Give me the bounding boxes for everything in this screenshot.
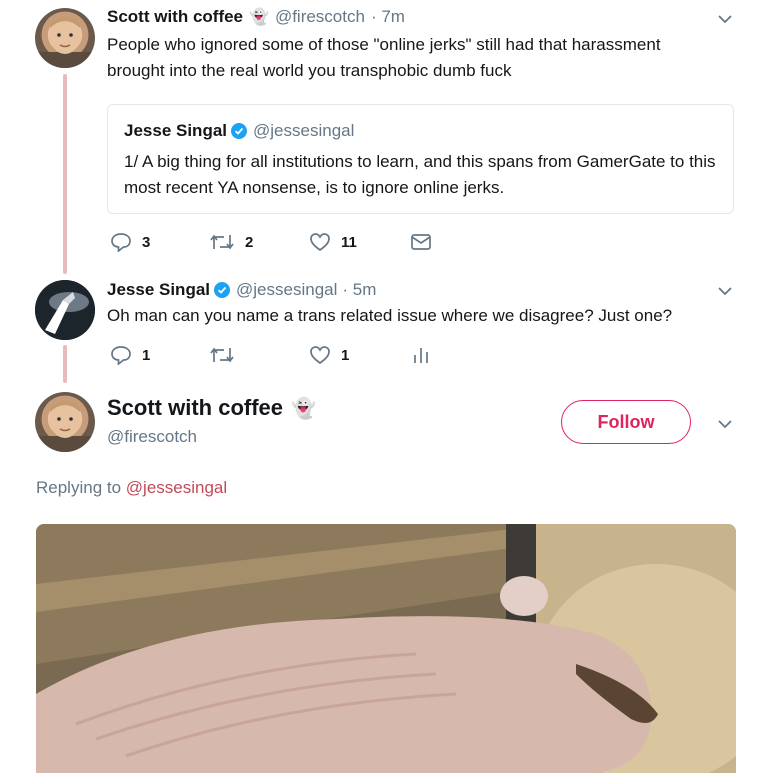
avatar-face (35, 401, 95, 452)
reply-icon (111, 346, 131, 365)
chevron-down-icon[interactable] (718, 284, 732, 298)
chevron-down-icon[interactable] (718, 12, 732, 26)
like-icon (310, 233, 330, 252)
retweet-icon (210, 234, 234, 250)
reply-button[interactable]: 1 (110, 345, 150, 365)
analytics-icon (414, 348, 428, 363)
follow-button[interactable]: Follow (561, 400, 691, 444)
reply-button[interactable]: 3 (110, 232, 150, 252)
verified-badge-icon (214, 282, 231, 298)
analytics-button[interactable] (412, 345, 430, 365)
tweet-time[interactable]: · 5m (342, 280, 376, 300)
author-name[interactable]: Jesse Singal (107, 280, 210, 300)
main-author-name[interactable]: Scott with coffee (107, 395, 283, 421)
ghost-emoji-icon: 👻 (291, 397, 316, 420)
ghost-emoji-icon: 👻 (249, 9, 269, 26)
retweet-icon (210, 347, 234, 363)
quoted-tweet[interactable]: Jesse Singal @jessesingal 1/ A big thing… (107, 104, 734, 214)
main-author-handle[interactable]: @firescotch (107, 427, 197, 447)
like-count: 11 (341, 233, 357, 251)
reply-count: 3 (142, 233, 151, 251)
avatar[interactable] (35, 280, 95, 340)
like-button[interactable]: 11 (309, 232, 357, 252)
reply-icon (111, 233, 131, 252)
tweet-media[interactable] (36, 524, 736, 773)
replying-to: Replying to @jessesingal (36, 478, 227, 498)
author-handle[interactable]: @jessesingal (236, 280, 337, 300)
avatar-face (35, 17, 95, 68)
dm-button[interactable] (410, 232, 432, 252)
author-name[interactable]: Scott with coffee (107, 7, 243, 27)
avatar-image (35, 280, 95, 340)
replying-to-prefix: Replying to (36, 478, 122, 497)
tweet-text: People who ignored some of those "online… (107, 35, 661, 80)
retweet-button[interactable]: 2 (209, 232, 253, 252)
tweet-text: Oh man can you name a trans related issu… (107, 306, 673, 325)
chevron-down-icon[interactable] (718, 417, 732, 431)
retweet-button[interactable] (209, 345, 245, 365)
quoted-author-name: Jesse Singal (124, 121, 228, 140)
thread-line (63, 74, 67, 274)
retweet-count: 2 (245, 233, 254, 251)
quoted-author-handle: @jessesingal (253, 121, 355, 140)
reply-count: 1 (142, 346, 151, 364)
like-count: 1 (341, 346, 350, 364)
quoted-text: 1/ A big thing for all institutions to l… (124, 152, 716, 197)
thread-line (63, 345, 67, 383)
author-handle[interactable]: @firescotch (275, 7, 365, 27)
dm-icon (411, 234, 431, 250)
like-button[interactable]: 1 (309, 345, 349, 365)
replying-to-link[interactable]: @jessesingal (126, 478, 227, 497)
avatar[interactable] (35, 392, 95, 452)
pig-photo (36, 524, 736, 773)
avatar[interactable] (35, 8, 95, 68)
like-icon (310, 346, 330, 365)
tweet-time[interactable]: · 7m (371, 7, 405, 27)
verified-badge-icon (231, 123, 248, 139)
